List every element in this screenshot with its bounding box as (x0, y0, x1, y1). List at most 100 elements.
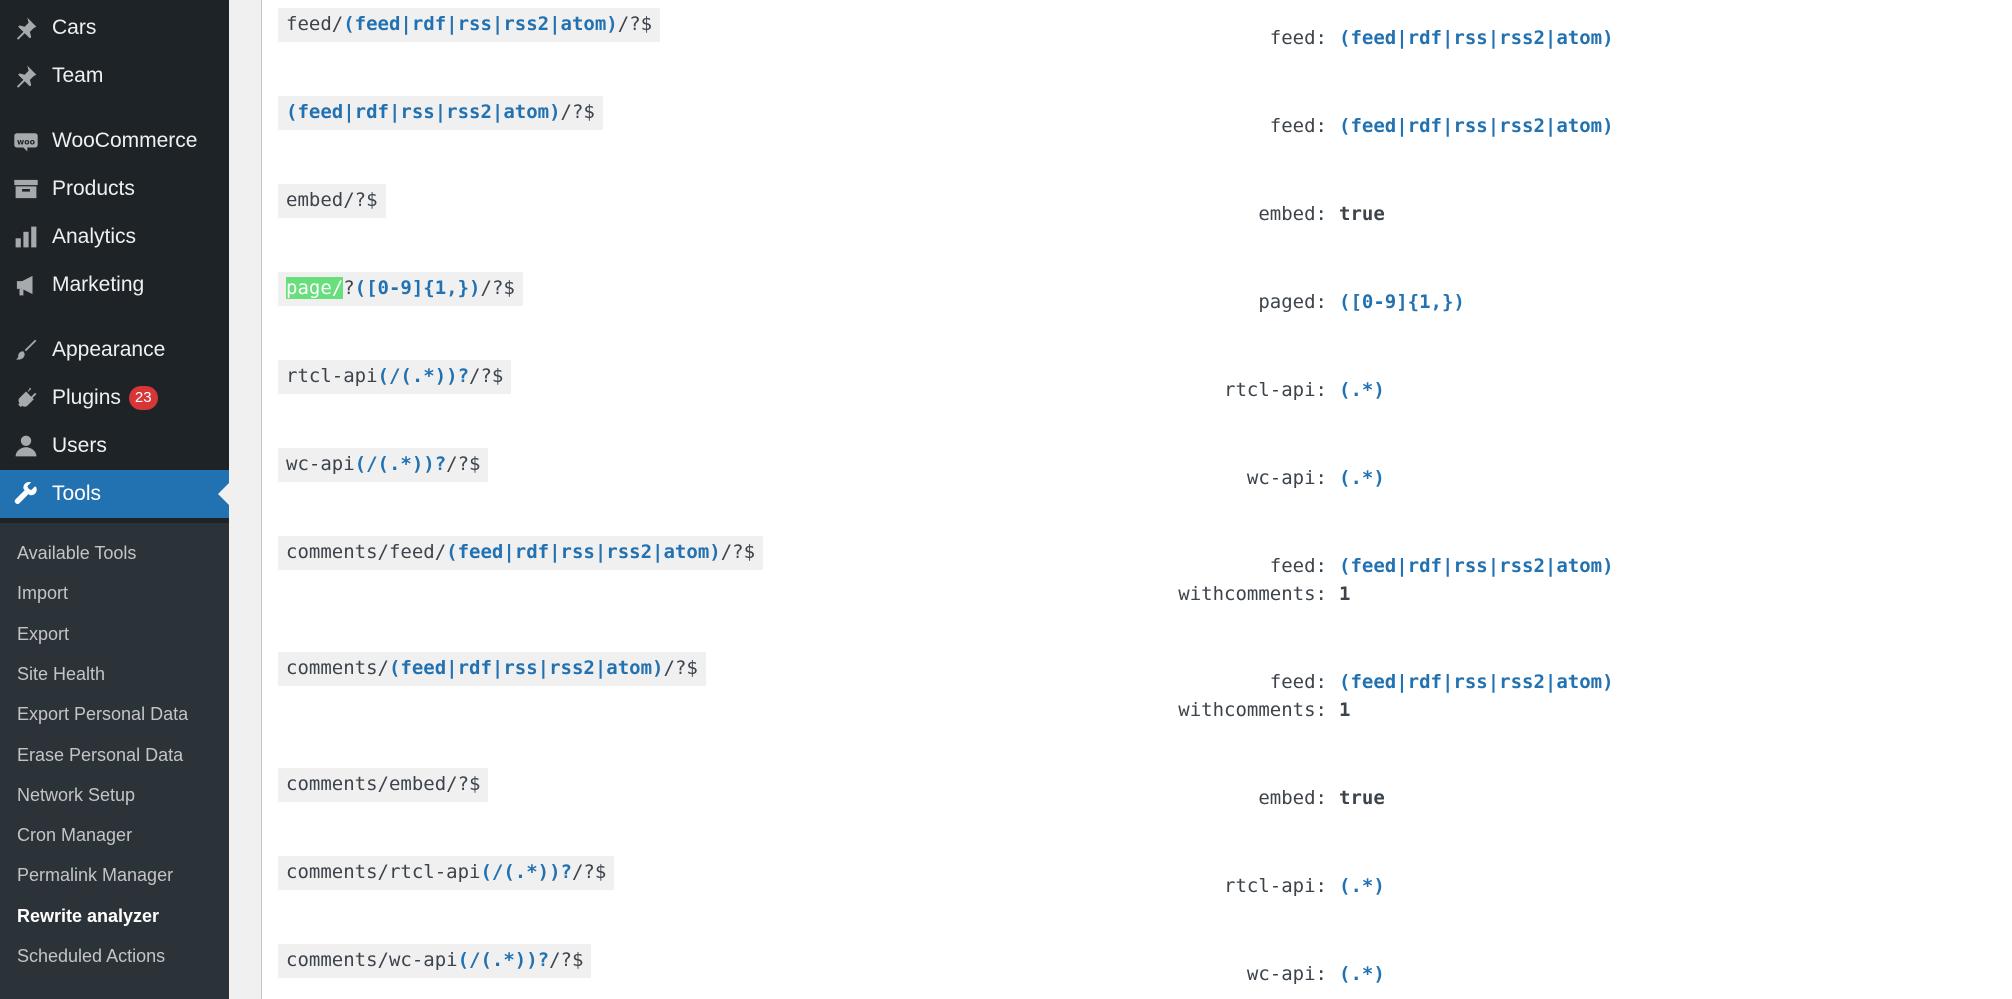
submenu-item-rewrite-analyzer[interactable]: Rewrite analyzer (17, 906, 159, 927)
query-var-key: paged: (1258, 291, 1327, 313)
submenu-item-site-health[interactable]: Site Health (17, 664, 105, 685)
query-var: withcomments: 1 (902, 696, 1872, 724)
query-var-value: (feed|rdf|rss|rss2|atom) (1339, 671, 1614, 693)
regex-literal: /?$ (663, 657, 698, 679)
submenu-item-import[interactable]: Import (17, 583, 68, 604)
regex-capture-group: (feed|rdf|rss|rss2|atom) (388, 657, 664, 679)
regex-literal: comments/wc-api (286, 949, 458, 971)
sidebar-item-label: Analytics (52, 225, 137, 248)
sidebar-item-label: Cars (52, 16, 97, 39)
query-var-value: 1 (1339, 583, 1351, 605)
sidebar-item-label: Appearance (52, 338, 166, 361)
regex-capture-group: (feed|rdf|rss|rss2|atom) (286, 101, 561, 123)
sidebar-item-label: Users (52, 434, 107, 457)
regex-literal: comments/embed/?$ (286, 773, 481, 795)
rule-regex[interactable]: feed/(feed|rdf|rss|rss2|atom)/?$ (278, 8, 661, 42)
wrench-icon (0, 481, 52, 507)
submenu-item-scheduled-actions[interactable]: Scheduled Actions (17, 946, 165, 967)
query-var: withcomments: 1 (902, 580, 1872, 608)
regex-capture-group: (feed|rdf|rss|rss2|atom) (343, 13, 618, 35)
sidebar-item-cars[interactable]: Cars (0, 4, 229, 52)
submenu-item-cron-manager[interactable]: Cron Manager (17, 825, 132, 846)
query-var: feed: (feed|rdf|rss|rss2|atom) (902, 112, 1872, 140)
submenu-item-network-setup[interactable]: Network Setup (17, 785, 135, 806)
regex-literal: wc-api (286, 453, 355, 475)
bar-chart-icon (0, 224, 52, 250)
sidebar-item-analytics[interactable]: Analytics (0, 213, 229, 261)
rule-regex[interactable]: comments/wc-api(/(.*))?/?$ (278, 944, 592, 978)
sidebar-item-users[interactable]: Users (0, 422, 229, 470)
query-var: embed: true (902, 784, 1872, 812)
sidebar-item-label: Products (52, 177, 135, 200)
query-var: embed: true (902, 200, 1872, 228)
sidebar-item-woocommerce[interactable]: woo WooCommerce (0, 117, 229, 165)
regex-capture-group: (/(.*))? (354, 453, 447, 475)
sidebar-item-label: Marketing (52, 273, 145, 296)
pin-icon (0, 15, 52, 41)
regex-capture-group: (feed|rdf|rss|rss2|atom) (446, 541, 721, 563)
regex-literal: /?$ (549, 949, 584, 971)
rule-regex[interactable]: comments/(feed|rdf|rss|rss2|atom)/?$ (278, 652, 706, 686)
regex-literal: ? (343, 277, 355, 299)
sidebar-item-plugins[interactable]: Plugins 23 (0, 374, 229, 422)
submenu-item-available-tools[interactable]: Available Tools (17, 543, 136, 564)
sidebar-item-products[interactable]: Products (0, 165, 229, 213)
query-var-value: ([0-9]{1,}) (1339, 291, 1465, 313)
sidebar-item-team[interactable]: Team (0, 52, 229, 100)
rule-regex[interactable]: page/?([0-9]{1,})/?$ (278, 272, 523, 306)
regex-literal: embed/?$ (286, 189, 378, 211)
regex-capture-group: (/(.*))? (377, 365, 470, 387)
rule-regex[interactable]: rtcl-api(/(.*))?/?$ (278, 360, 512, 394)
query-var: rtcl-api: (.*) (902, 376, 1872, 404)
regex-literal: /?$ (617, 13, 653, 35)
query-var-value: (.*) (1339, 379, 1385, 401)
paintbrush-icon (0, 337, 52, 363)
query-var: feed: (feed|rdf|rss|rss2|atom) (902, 552, 1872, 580)
rule-regex[interactable]: comments/rtcl-api(/(.*))?/?$ (278, 856, 615, 890)
regex-literal: /?$ (560, 101, 595, 123)
sidebar-item-label: Team (52, 64, 104, 87)
submenu-item-export-personal-data[interactable]: Export Personal Data (17, 704, 188, 725)
archive-icon (0, 176, 52, 202)
query-var-value: (feed|rdf|rss|rss2|atom) (1339, 115, 1614, 137)
svg-text:woo: woo (17, 137, 36, 146)
rule-regex[interactable]: comments/feed/(feed|rdf|rss|rss2|atom)/?… (278, 536, 764, 570)
query-var-value: true (1339, 203, 1385, 225)
submenu-item-permalink-manager[interactable]: Permalink Manager (17, 865, 173, 886)
query-var-key: withcomments: (1178, 583, 1327, 605)
query-var-value: true (1339, 787, 1385, 809)
query-var-key: withcomments: (1178, 699, 1327, 721)
query-var: feed: (feed|rdf|rss|rss2|atom) (902, 668, 1872, 696)
query-var-key: feed: (1269, 555, 1327, 577)
query-var-value: (.*) (1339, 467, 1385, 489)
sidebar-item-appearance[interactable]: Appearance (0, 326, 229, 374)
regex-literal: comments/ (286, 657, 389, 679)
user-icon (0, 433, 52, 459)
rule-regex[interactable]: wc-api(/(.*))?/?$ (278, 448, 489, 482)
query-var-key: feed: (1269, 115, 1327, 137)
query-var-value: 1 (1339, 699, 1351, 721)
query-var-value: (feed|rdf|rss|rss2|atom) (1339, 27, 1614, 49)
sidebar-item-label: WooCommerce (52, 129, 198, 152)
rule-regex[interactable]: (feed|rdf|rss|rss2|atom)/?$ (278, 96, 603, 130)
regex-literal: /?$ (469, 365, 504, 387)
rewrite-rules-list: feed/(feed|rdf|rss|rss2|atom)/?$ feed: (fe… (261, 0, 2012, 999)
regex-literal: comments/feed/ (286, 541, 447, 563)
regex-literal: rtcl-api (286, 365, 378, 387)
megaphone-icon (0, 272, 52, 298)
rule-regex[interactable]: comments/embed/?$ (278, 768, 489, 802)
regex-capture-group: (/(.*))? (457, 949, 550, 971)
query-var-value: (feed|rdf|rss|rss2|atom) (1339, 555, 1614, 577)
plugins-update-count-badge: 23 (128, 386, 158, 410)
rule-regex[interactable]: embed/?$ (278, 184, 386, 218)
regex-literal: feed/ (286, 13, 344, 35)
query-var-value: (.*) (1339, 875, 1385, 897)
regex-literal: /?$ (480, 277, 515, 299)
sidebar-item-marketing[interactable]: Marketing (0, 261, 229, 309)
query-var: wc-api: (.*) (902, 960, 1872, 988)
regex-literal: /?$ (720, 541, 756, 563)
query-var-key: feed: (1269, 27, 1327, 49)
submenu-item-export[interactable]: Export (17, 624, 69, 645)
submenu-item-erase-personal-data[interactable]: Erase Personal Data (17, 745, 183, 766)
sidebar-item-tools[interactable]: Tools (0, 470, 229, 518)
